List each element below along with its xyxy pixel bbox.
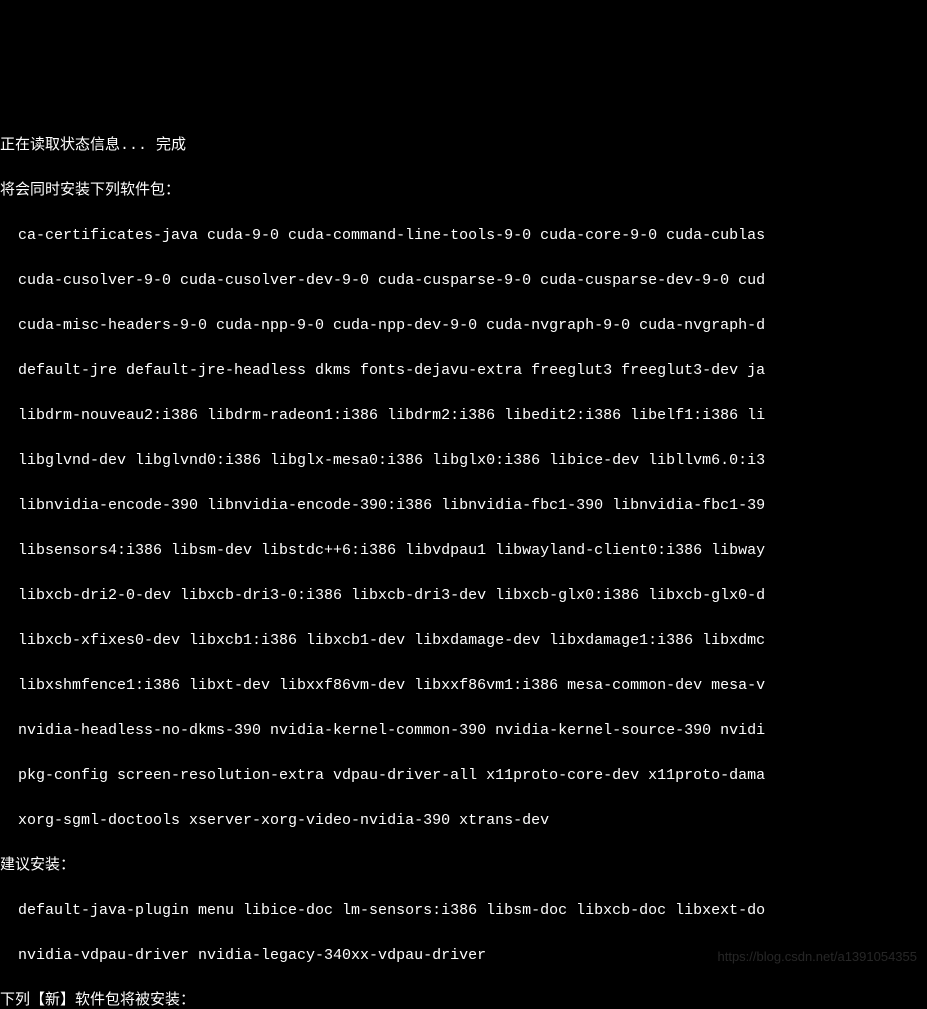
new-install-header: 下列【新】软件包将被安装： xyxy=(0,990,927,1009)
package-line: libnvidia-encode-390 libnvidia-encode-39… xyxy=(0,495,927,518)
package-line: cuda-misc-headers-9-0 cuda-npp-9-0 cuda-… xyxy=(0,315,927,338)
package-line: default-java-plugin menu libice-doc lm-s… xyxy=(0,900,927,923)
package-line: libdrm-nouveau2:i386 libdrm-radeon1:i386… xyxy=(0,405,927,428)
terminal-output: 正在读取状态信息... 完成 将会同时安装下列软件包： ca-certifica… xyxy=(0,113,927,1009)
package-line: libxcb-dri2-0-dev libxcb-dri3-0:i386 lib… xyxy=(0,585,927,608)
package-line: ca-certificates-java cuda-9-0 cuda-comma… xyxy=(0,225,927,248)
package-line: nvidia-headless-no-dkms-390 nvidia-kerne… xyxy=(0,720,927,743)
status-reading: 正在读取状态信息... 完成 xyxy=(0,135,927,158)
suggested-header: 建议安装： xyxy=(0,855,927,878)
package-line: libxshmfence1:i386 libxt-dev libxxf86vm-… xyxy=(0,675,927,698)
package-line: default-jre default-jre-headless dkms fo… xyxy=(0,360,927,383)
package-line: xorg-sgml-doctools xserver-xorg-video-nv… xyxy=(0,810,927,833)
package-line: libsensors4:i386 libsm-dev libstdc++6:i3… xyxy=(0,540,927,563)
watermark-text: https://blog.csdn.net/a1391054355 xyxy=(718,947,918,967)
package-line: cuda-cusolver-9-0 cuda-cusolver-dev-9-0 … xyxy=(0,270,927,293)
package-line: pkg-config screen-resolution-extra vdpau… xyxy=(0,765,927,788)
package-line: libglvnd-dev libglvnd0:i386 libglx-mesa0… xyxy=(0,450,927,473)
package-line: libxcb-xfixes0-dev libxcb1:i386 libxcb1-… xyxy=(0,630,927,653)
extra-install-header: 将会同时安装下列软件包： xyxy=(0,180,927,203)
